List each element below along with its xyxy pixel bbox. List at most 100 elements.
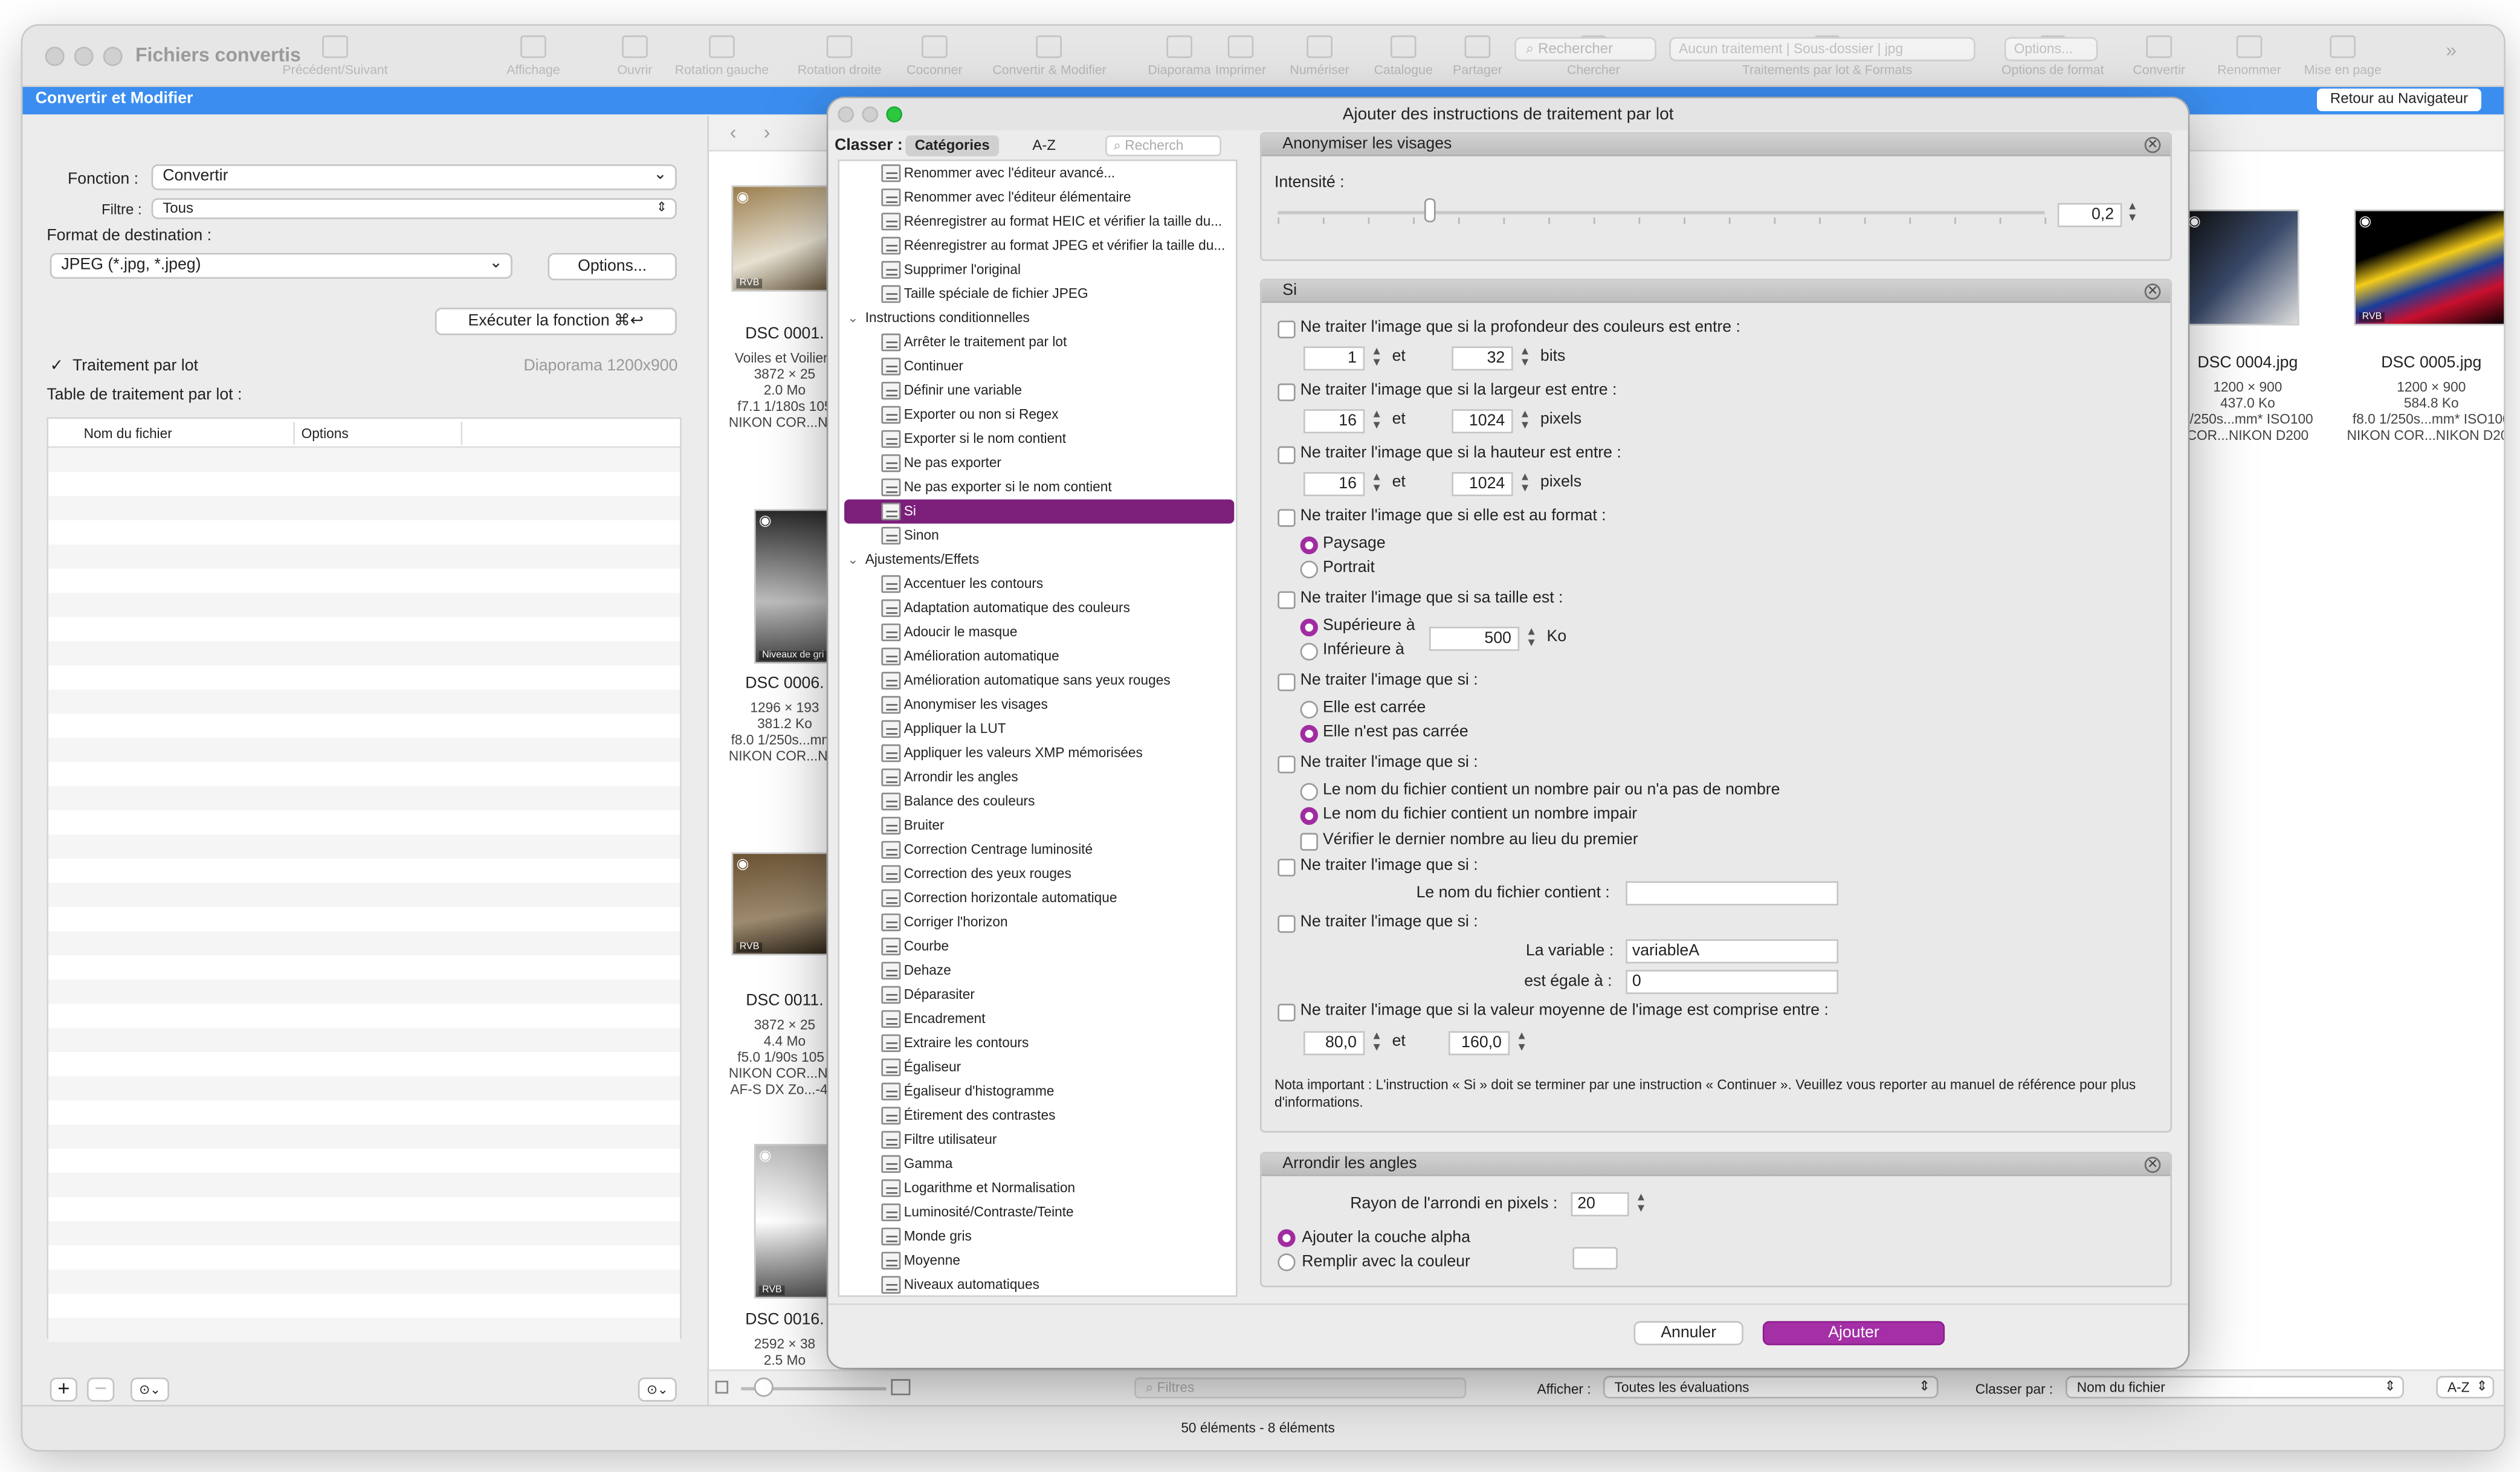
toolbar-rotate-right-button[interactable]: Rotation droite: [791, 35, 888, 77]
category-item[interactable]: Renommer avec l'éditeur élémentaire: [839, 186, 1236, 210]
number-field[interactable]: 80,0: [1303, 1031, 1365, 1056]
condition-checkbox[interactable]: [1278, 591, 1296, 609]
table-row[interactable]: [48, 955, 680, 980]
category-item[interactable]: Sinon: [839, 524, 1236, 548]
table-row[interactable]: [48, 1028, 680, 1053]
category-item[interactable]: Supprimer l'original: [839, 258, 1236, 282]
number-field[interactable]: 16: [1303, 472, 1365, 497]
toolbar-open-button[interactable]: Ouvrir: [610, 35, 659, 77]
thumbnail-image[interactable]: ◉ RVB: [754, 1144, 832, 1299]
toolbar-catalog-button[interactable]: Catalogue: [1369, 35, 1437, 77]
format-select[interactable]: JPEG (*.jpg, *.jpeg) ⌄: [50, 253, 512, 279]
category-item[interactable]: Étirement des contrastes: [839, 1103, 1236, 1128]
category-item[interactable]: Définir une variable: [839, 379, 1236, 403]
table-row[interactable]: [48, 1004, 680, 1028]
table-row[interactable]: [48, 520, 680, 545]
condition-checkbox[interactable]: [1278, 509, 1296, 527]
tab-az[interactable]: A-Z: [1021, 135, 1067, 157]
tab-categories[interactable]: Catégories: [905, 135, 1000, 157]
category-item[interactable]: Encadrement: [839, 1007, 1236, 1031]
intensity-slider-knob[interactable]: [1424, 198, 1436, 222]
toolbar-convert-button[interactable]: Convertir: [2131, 35, 2186, 77]
col-filename[interactable]: Nom du fichier: [84, 425, 172, 442]
stepper-icon[interactable]: ▲ ▼: [1371, 346, 1384, 370]
toolbar-share-button[interactable]: Partager: [1447, 35, 1508, 77]
category-item[interactable]: Niveaux automatiques: [839, 1273, 1236, 1295]
category-item[interactable]: Filtre utilisateur: [839, 1128, 1236, 1152]
table-row[interactable]: [48, 1196, 680, 1221]
table-row[interactable]: [48, 593, 680, 618]
order-select[interactable]: A-Z ⇕: [2436, 1375, 2495, 1399]
table-row[interactable]: [48, 472, 680, 497]
thumbnail-image[interactable]: ◉ RVB: [731, 185, 829, 292]
category-item[interactable]: Amélioration automatique: [839, 644, 1236, 668]
option-radio[interactable]: [1300, 725, 1318, 743]
category-item[interactable]: Égaliseur d'histogramme: [839, 1079, 1236, 1103]
number-field[interactable]: 500: [1429, 627, 1520, 651]
table-row[interactable]: [48, 1125, 680, 1149]
fonction-select[interactable]: Convertir ⌄: [151, 164, 677, 190]
category-item[interactable]: Exporter si le nom contient: [839, 427, 1236, 451]
category-item[interactable]: Arrondir les angles: [839, 765, 1236, 789]
cancel-button[interactable]: Annuler: [1633, 1321, 1743, 1346]
toolbar-rotate-left-button[interactable]: Rotation gauche: [670, 35, 774, 77]
category-item[interactable]: Continuer: [839, 355, 1236, 379]
zoom-window-button[interactable]: [103, 47, 123, 66]
category-item[interactable]: Dehaze: [839, 958, 1236, 983]
table-row[interactable]: [48, 810, 680, 835]
category-item[interactable]: Taille spéciale de fichier JPEG: [839, 282, 1236, 306]
table-row[interactable]: [48, 448, 680, 473]
table-row[interactable]: [48, 786, 680, 811]
stepper-icon[interactable]: ▲ ▼: [1526, 627, 1539, 651]
format-options-button[interactable]: Options...: [548, 253, 677, 280]
stepper-icon[interactable]: ▲ ▼: [1371, 472, 1384, 496]
condition-checkbox[interactable]: [1278, 673, 1296, 691]
stepper-icon[interactable]: ▲ ▼: [1516, 1031, 1529, 1055]
thumbnail-name[interactable]: DSC 0005.jpg: [2343, 355, 2504, 372]
table-row[interactable]: [48, 907, 680, 932]
table-row[interactable]: [48, 980, 680, 1004]
afficher-select[interactable]: Toutes les évaluations ⇕: [1603, 1375, 1939, 1399]
category-group[interactable]: ⌄ Ajustements/Effets: [839, 548, 1236, 572]
category-item[interactable]: Égaliseur: [839, 1055, 1236, 1079]
category-item[interactable]: Adaptation automatique des couleurs: [839, 596, 1236, 620]
table-row[interactable]: [48, 544, 680, 569]
category-item[interactable]: Correction Centrage luminosité: [839, 838, 1236, 862]
large-thumb-icon[interactable]: [891, 1379, 911, 1395]
table-row[interactable]: [48, 1100, 680, 1125]
stepper-icon[interactable]: ▲ ▼: [1519, 472, 1532, 496]
stepper-icon[interactable]: ▲ ▼: [1519, 346, 1532, 370]
stepper-icon[interactable]: ▲ ▼: [1371, 409, 1384, 433]
stepper-icon[interactable]: ▲ ▼: [2127, 201, 2139, 225]
category-item[interactable]: Logarithme et Normalisation: [839, 1176, 1236, 1200]
category-item[interactable]: Renommer avec l'éditeur avancé...: [839, 161, 1236, 186]
stepper-icon[interactable]: ▲ ▼: [1635, 1192, 1648, 1216]
category-item[interactable]: Correction horizontale automatique: [839, 886, 1236, 910]
number-field[interactable]: 1024: [1452, 472, 1513, 497]
option-radio[interactable]: [1300, 783, 1318, 801]
stepper-icon[interactable]: ▲ ▼: [1371, 1031, 1384, 1055]
table-row[interactable]: [48, 569, 680, 593]
thumbnail-image[interactable]: ◉ Niveaux de gri: [754, 509, 832, 664]
thumbnail-image[interactable]: ◉ RVB: [731, 852, 829, 956]
category-item[interactable]: Exporter ou non si Regex: [839, 403, 1236, 427]
toolbar-view-button[interactable]: Affichage: [498, 35, 569, 77]
category-item[interactable]: Amélioration automatique sans yeux rouge…: [839, 668, 1236, 692]
toolbar-search-input[interactable]: ⌕ Rechercher: [1514, 37, 1656, 62]
toolbar-convert-modify-button[interactable]: Convertir & Modifier: [992, 35, 1107, 77]
category-search-input[interactable]: ⌕ Recherch: [1105, 135, 1221, 157]
toolbar-overflow-icon[interactable]: »: [2446, 39, 2457, 61]
execute-function-button[interactable]: Exécuter la fonction ⌘↩: [435, 308, 677, 335]
number-field[interactable]: 1: [1303, 346, 1365, 371]
thumbnail-image[interactable]: ◉ RVB: [2354, 209, 2504, 326]
category-item[interactable]: Monde gris: [839, 1224, 1236, 1248]
category-item[interactable]: Adoucir le masque: [839, 620, 1236, 644]
stepper-icon[interactable]: ▲ ▼: [1519, 409, 1532, 433]
number-field[interactable]: 32: [1452, 346, 1513, 371]
category-group[interactable]: ⌄ Instructions conditionnelles: [839, 306, 1236, 331]
minimize-window-button[interactable]: [74, 47, 94, 66]
nav-forward-icon[interactable]: ›: [764, 121, 771, 143]
table-row[interactable]: [48, 1293, 680, 1318]
condition-checkbox[interactable]: [1278, 446, 1296, 464]
equals-field[interactable]: 0: [1626, 970, 1839, 995]
